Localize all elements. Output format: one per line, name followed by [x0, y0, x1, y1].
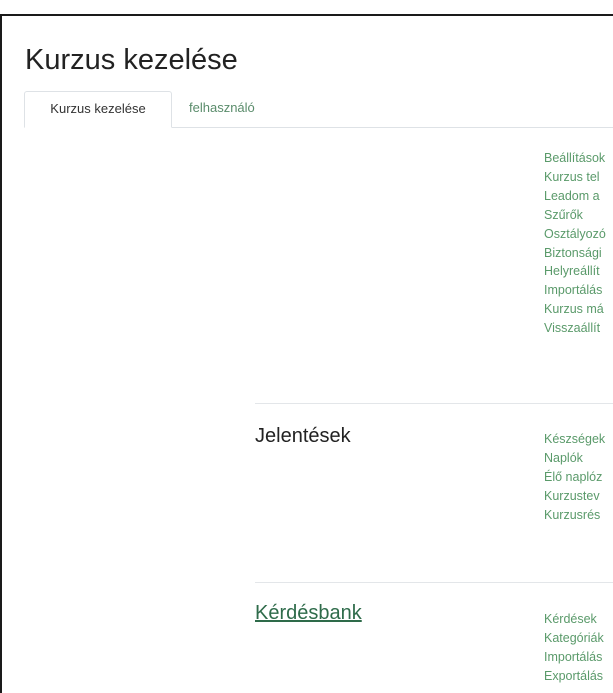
link-backup[interactable]: Biztonsági [544, 244, 613, 263]
reports-heading: Jelentések [255, 425, 351, 447]
link-categories[interactable]: Kategóriák [544, 629, 613, 648]
question-bank-heading-link[interactable]: Kérdésbank [255, 602, 362, 625]
section-divider [255, 582, 613, 583]
link-filters[interactable]: Szűrők [544, 206, 613, 225]
course-settings-links: Beállítások Kurzus tel Leadom a Szűrők O… [544, 149, 613, 338]
page-title: Kurzus kezelése [25, 44, 238, 76]
link-logs[interactable]: Naplók [544, 449, 613, 468]
link-settings[interactable]: Beállítások [544, 149, 613, 168]
link-course-completion[interactable]: Kurzus tel [544, 168, 613, 187]
link-unenrol[interactable]: Leadom a [544, 187, 613, 206]
link-course-activity[interactable]: Kurzustev [544, 487, 613, 506]
link-import[interactable]: Importálás [544, 281, 613, 300]
link-questions[interactable]: Kérdések [544, 610, 613, 629]
link-live-logs[interactable]: Élő naplóz [544, 468, 613, 487]
section-divider [255, 403, 613, 404]
link-course-participation[interactable]: Kurzusrés [544, 506, 613, 525]
link-import-questions[interactable]: Importálás [544, 648, 613, 667]
link-gradebook[interactable]: Osztályozó [544, 225, 613, 244]
link-competencies[interactable]: Készségek [544, 430, 613, 449]
link-restore[interactable]: Helyreállít [544, 262, 613, 281]
tab-user[interactable]: felhasználó [189, 91, 255, 127]
link-reset[interactable]: Visszaállít [544, 319, 613, 338]
tab-bar: Kurzus kezelése felhasználó [24, 91, 613, 128]
reports-links: Készségek Naplók Élő naplóz Kurzustev Ku… [544, 430, 613, 525]
link-export-questions[interactable]: Exportálás [544, 667, 613, 686]
tab-course-admin[interactable]: Kurzus kezelése [24, 91, 172, 128]
course-admin-panel: Kurzus kezelése Kurzus kezelése felhaszn… [0, 14, 613, 693]
question-bank-links: Kérdések Kategóriák Importálás Exportálá… [544, 610, 613, 686]
link-course-copy[interactable]: Kurzus má [544, 300, 613, 319]
